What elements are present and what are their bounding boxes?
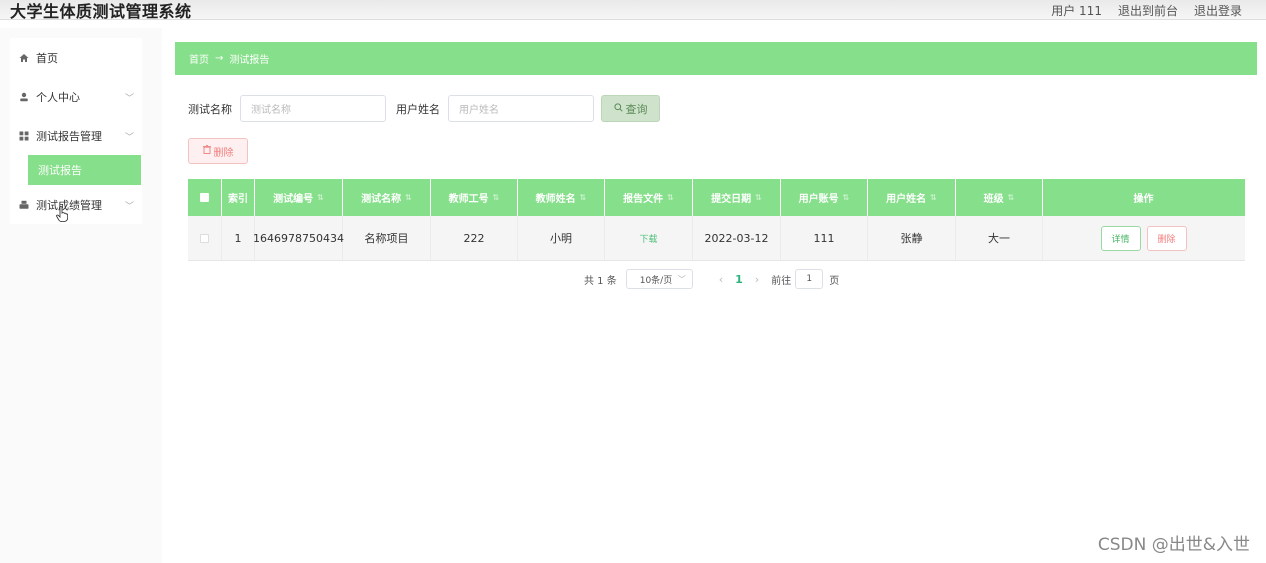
sidebar-item-report-management[interactable]: 测试报告管理 ﹀ [10,116,142,155]
detail-button[interactable]: 详情 [1100,225,1141,251]
table-row: 1 1646978750434 名称项目 222 小明 下载 2022-03-1… [188,216,1245,261]
col-header-submit-date[interactable]: 提交日期 ⇅ [693,179,781,216]
col-header-teacher-no[interactable]: 教师工号 ⇅ [431,179,518,216]
sort-icon: ⇅ [492,193,500,202]
goto-page-input[interactable]: 1 [795,269,824,289]
sidebar-menu: 首页 个人中心 ﹀ 测试报告管理 ﹀ 测试报告 测试成绩管理 ﹀ [10,38,142,224]
table-header: 索引 测试编号 ⇅ 测试名称 ⇅ 教师工号 ⇅ 教师姓名 ⇅ 报告文件 ⇅ 提交日期 ⇅ 用… [188,179,1245,216]
sidebar-item-test-report[interactable]: 测试报告 [28,155,141,185]
trash-icon [202,144,211,157]
sort-icon: ⇅ [755,193,762,202]
sort-icon: ⇅ [667,193,674,202]
user-icon [18,91,30,103]
sidebar-item-label: 个人中心 [36,90,80,104]
sidebar-item-label: 首页 [36,51,58,65]
batch-delete-button[interactable]: 删除 [188,138,248,164]
cell-index: 1 [222,216,255,260]
user-name-input[interactable]: 用户姓名 [448,95,594,122]
sidebar-item-personal-center[interactable]: 个人中心 ﹀ [10,77,142,116]
pagination: 共 1 条 10条/页 ﹀ ‹ 1 › 前往 1 页 [584,269,839,289]
total-count: 共 1 条 [584,275,617,287]
logout-link[interactable]: 退出登录 [1194,2,1242,19]
back-to-front-link[interactable]: 退出到前台 [1118,2,1178,19]
col-header-test-no[interactable]: 测试编号 ⇅ [255,179,343,216]
cell-user-name: 张静 [868,216,956,260]
goto-prefix: 前往 [771,275,792,287]
cell-submit-date: 2022-03-12 [693,216,781,260]
sidebar-item-score-management[interactable]: 测试成绩管理 ﹀ [10,185,142,224]
col-header-class[interactable]: 班级 ⇅ [956,179,1043,216]
search-form: 测试名称 测试名称 用户姓名 用户姓名 查询 [188,95,660,122]
chevron-down-icon: ﹀ [124,94,134,104]
prev-page-icon[interactable]: ‹ [719,273,723,286]
top-bar-links: 用户 111 退出到前台 退出登录 [1051,2,1242,19]
col-header-index: 索引 [222,179,255,216]
test-name-label: 测试名称 [188,102,232,116]
chevron-down-icon: ﹀ [124,202,134,212]
cell-actions: 详情 删除 [1043,216,1244,260]
grid-icon [18,130,30,142]
goto-suffix: 页 [829,275,840,287]
print-icon [18,199,30,211]
cell-report-file: 下载 [605,216,693,260]
breadcrumb-arrow-icon: → [215,53,224,64]
hand-cursor-icon [56,206,69,222]
checkbox-box [200,233,209,243]
chevron-down-icon: ﹀ [677,275,686,284]
page-size-select[interactable]: 10条/页 ﹀ [625,269,693,289]
batch-delete-label: 删除 [213,147,234,159]
sidebar-item-label: 测试成绩管理 [36,198,102,212]
checkbox-box [200,193,209,202]
col-header-account[interactable]: 用户账号 ⇅ [781,179,868,216]
next-page-icon[interactable]: › [755,273,759,286]
breadcrumb-current: 测试报告 [229,55,270,66]
col-header-teacher-name[interactable]: 教师姓名 ⇅ [518,179,605,216]
search-button[interactable]: 查询 [601,95,660,122]
cell-teacher-no: 222 [431,216,518,260]
col-header-report-file[interactable]: 报告文件 ⇅ [605,179,693,216]
sidebar-item-label: 测试报告 [38,164,82,177]
row-checkbox[interactable] [188,216,222,260]
user-name-label: 用户姓名 [396,102,440,116]
cell-test-name: 名称项目 [343,216,431,260]
sidebar-item-label: 测试报告管理 [36,129,102,143]
download-link[interactable]: 下载 [639,232,657,245]
sort-icon: ⇅ [317,193,324,202]
page-size-value: 10条/页 [639,275,673,286]
search-button-label: 查询 [625,102,648,116]
user-label: 用户 111 [1051,4,1102,18]
sort-icon: ⇅ [579,193,587,202]
sort-icon: ⇅ [930,193,937,202]
col-header-test-name[interactable]: 测试名称 ⇅ [343,179,431,216]
test-name-input[interactable]: 测试名称 [240,95,386,122]
col-header-user-name[interactable]: 用户姓名 ⇅ [868,179,956,216]
delete-row-button[interactable]: 删除 [1146,225,1187,251]
home-icon [18,52,30,64]
current-page[interactable]: 1 [735,273,743,286]
top-bar: 大学生体质测试管理系统 用户 111 退出到前台 退出登录 [0,0,1266,21]
sort-icon: ⇅ [1007,193,1015,202]
cell-class: 大一 [956,216,1043,260]
breadcrumb-home[interactable]: 首页 [189,51,209,66]
report-table: 索引 测试编号 ⇅ 测试名称 ⇅ 教师工号 ⇅ 教师姓名 ⇅ 报告文件 ⇅ 提交日期 ⇅ 用… [188,179,1245,261]
sidebar-item-home[interactable]: 首页 [10,38,142,77]
search-icon [613,102,623,115]
cell-account: 111 [781,216,868,260]
select-all-checkbox[interactable] [188,179,222,216]
app-title: 大学生体质测试管理系统 [10,2,192,21]
cell-test-no: 1646978750434 [253,216,344,260]
chevron-down-icon: ﹀ [124,133,134,143]
breadcrumb: 首页 → 测试报告 [175,42,1257,75]
sort-icon: ⇅ [405,193,412,202]
cell-teacher-name: 小明 [518,216,605,260]
col-header-actions: 操作 [1133,194,1154,205]
watermark: CSDN @出世&入世 [1097,535,1250,555]
sidebar: 首页 个人中心 ﹀ 测试报告管理 ﹀ 测试报告 测试成绩管理 ﹀ [0,28,162,563]
sort-icon: ⇅ [842,193,850,202]
